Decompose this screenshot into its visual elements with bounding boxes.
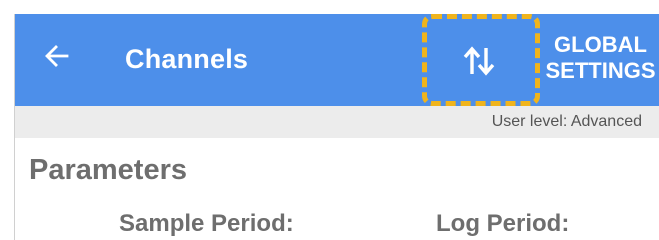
page-title: Channels [125,44,249,74]
user-level-text: User level: Advanced [491,113,642,130]
log-period-label: Log Period: [436,210,570,237]
global-settings-label-line2: SETTINGS [545,58,656,83]
swap-vertical-icon [463,46,495,76]
sort-button[interactable] [443,36,515,86]
back-button[interactable] [35,34,79,78]
sample-period-label: Sample Period: [119,210,294,237]
global-settings-button[interactable]: GLOBAL SETTINGS [543,32,658,84]
app-bar: Channels GLOBAL SETTINGS [15,14,659,106]
parameters-heading: Parameters [29,154,187,186]
arrow-left-icon [45,45,69,67]
global-settings-label-line1: GLOBAL [554,32,647,57]
user-level-bar: User level: Advanced [15,106,659,138]
app-screen: Channels GLOBAL SETTINGS User level: Adv… [14,14,659,240]
